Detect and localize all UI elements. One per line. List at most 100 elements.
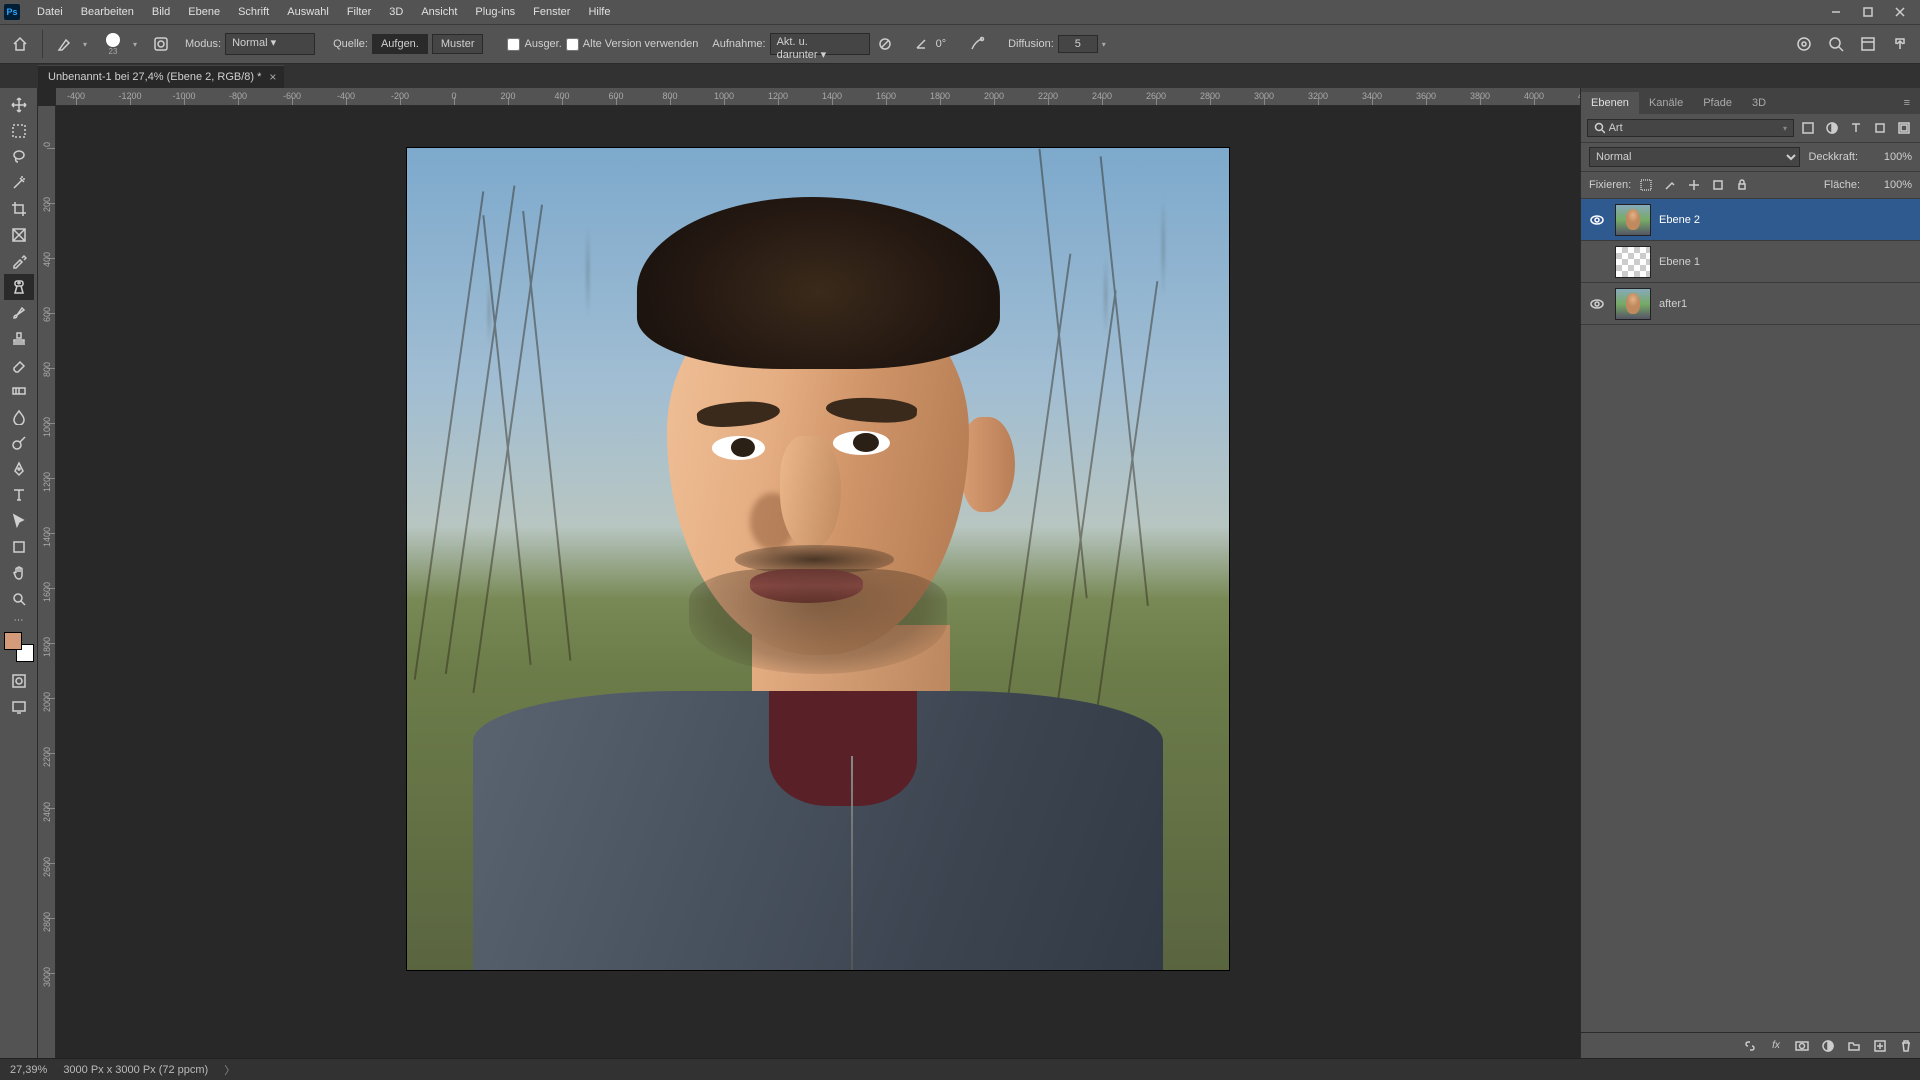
eraser-tool[interactable]	[4, 352, 34, 378]
menu-fenster[interactable]: Fenster	[524, 0, 579, 24]
layer-mask-icon[interactable]	[1794, 1038, 1810, 1054]
delete-layer-icon[interactable]	[1898, 1038, 1914, 1054]
layer-name[interactable]: Ebene 2	[1659, 214, 1700, 226]
wand-tool[interactable]	[4, 170, 34, 196]
filter-shape-icon[interactable]	[1870, 118, 1890, 138]
layer-fx-icon[interactable]: fx	[1768, 1038, 1784, 1054]
ignore-adjustment-icon[interactable]	[874, 33, 896, 55]
brush-settings-icon[interactable]	[147, 30, 175, 58]
menu-datei[interactable]: Datei	[28, 0, 72, 24]
layer-thumbnail[interactable]	[1615, 246, 1651, 278]
lock-all-icon[interactable]	[1733, 176, 1751, 194]
cloud-docs-icon[interactable]	[1790, 30, 1818, 58]
layer-filter-select[interactable]: ▾	[1587, 119, 1794, 137]
close-icon[interactable]: ×	[269, 70, 276, 84]
visibility-toggle[interactable]	[1587, 252, 1607, 272]
aligned-checkbox[interactable]: Ausger.	[507, 38, 561, 51]
legacy-checkbox[interactable]: Alte Version verwenden	[566, 38, 699, 51]
menu-schrift[interactable]: Schrift	[229, 0, 278, 24]
gradient-tool[interactable]	[4, 378, 34, 404]
blend-mode-select[interactable]: Normal ▾	[225, 33, 315, 55]
layer-thumbnail[interactable]	[1615, 288, 1651, 320]
shape-tool[interactable]	[4, 534, 34, 560]
menu-plugins[interactable]: Plug-ins	[466, 0, 524, 24]
quickmask-tool[interactable]	[4, 668, 34, 694]
path-select-tool[interactable]	[4, 508, 34, 534]
edit-toolbar[interactable]: ⋯	[4, 612, 34, 628]
document-canvas[interactable]	[407, 148, 1229, 970]
frame-tool[interactable]	[4, 222, 34, 248]
hand-tool[interactable]	[4, 560, 34, 586]
menu-bild[interactable]: Bild	[143, 0, 179, 24]
chevron-down-icon[interactable]: ▾	[133, 40, 143, 49]
filter-smart-icon[interactable]	[1894, 118, 1914, 138]
tab-kanaele[interactable]: Kanäle	[1639, 92, 1693, 114]
eyedropper-tool[interactable]	[4, 248, 34, 274]
visibility-toggle[interactable]	[1587, 210, 1607, 230]
vertical-ruler[interactable]: 0200400600800100012001400160018002000220…	[38, 106, 56, 1058]
filter-input[interactable]	[1609, 122, 1779, 134]
lasso-tool[interactable]	[4, 144, 34, 170]
lock-pixels-icon[interactable]	[1661, 176, 1679, 194]
layer-row[interactable]: Ebene 2	[1581, 199, 1920, 241]
lock-artboard-icon[interactable]	[1709, 176, 1727, 194]
group-icon[interactable]	[1846, 1038, 1862, 1054]
adjustment-layer-icon[interactable]	[1820, 1038, 1836, 1054]
visibility-toggle[interactable]	[1587, 294, 1607, 314]
zoom-tool[interactable]	[4, 586, 34, 612]
chevron-down-icon[interactable]: ▾	[83, 40, 93, 49]
share-icon[interactable]	[1886, 30, 1914, 58]
tab-3d[interactable]: 3D	[1742, 92, 1776, 114]
foreground-color-swatch[interactable]	[4, 632, 22, 650]
chevron-right-icon[interactable]: 〉	[224, 1062, 235, 1078]
maximize-button[interactable]	[1852, 0, 1884, 24]
opacity-value[interactable]: 100%	[1866, 151, 1912, 163]
workspace-icon[interactable]	[1854, 30, 1882, 58]
dodge-tool[interactable]	[4, 430, 34, 456]
layer-row[interactable]: Ebene 1	[1581, 241, 1920, 283]
menu-auswahl[interactable]: Auswahl	[278, 0, 338, 24]
pressure-size-icon[interactable]	[966, 33, 988, 55]
brush-preview[interactable]: 23	[97, 28, 129, 60]
filter-type-icon[interactable]	[1846, 118, 1866, 138]
healing-brush-tool[interactable]	[4, 274, 34, 300]
blur-tool[interactable]	[4, 404, 34, 430]
sample-select[interactable]: Akt. u. darunter ▾	[770, 33, 870, 55]
search-icon[interactable]	[1822, 30, 1850, 58]
source-pattern-button[interactable]: Muster	[432, 34, 484, 54]
close-button[interactable]	[1884, 0, 1916, 24]
chevron-down-icon[interactable]: ▾	[1102, 40, 1112, 49]
link-layers-icon[interactable]	[1742, 1038, 1758, 1054]
filter-adjust-icon[interactable]	[1822, 118, 1842, 138]
layer-row[interactable]: after1	[1581, 283, 1920, 325]
brush-tool[interactable]	[4, 300, 34, 326]
layer-name[interactable]: Ebene 1	[1659, 256, 1700, 268]
angle-value[interactable]: 0°	[936, 38, 947, 50]
filter-pixel-icon[interactable]	[1798, 118, 1818, 138]
new-layer-icon[interactable]	[1872, 1038, 1888, 1054]
layer-thumbnail[interactable]	[1615, 204, 1651, 236]
crop-tool[interactable]	[4, 196, 34, 222]
screenmode-tool[interactable]	[4, 694, 34, 720]
pen-tool[interactable]	[4, 456, 34, 482]
home-icon[interactable]	[6, 30, 34, 58]
move-tool[interactable]	[4, 92, 34, 118]
lock-position-icon[interactable]	[1685, 176, 1703, 194]
source-sampled-button[interactable]: Aufgen.	[372, 34, 428, 54]
menu-3d[interactable]: 3D	[380, 0, 412, 24]
document-tab[interactable]: Unbenannt-1 bei 27,4% (Ebene 2, RGB/8) *…	[38, 65, 284, 88]
diffusion-value[interactable]: 5	[1058, 35, 1098, 53]
menu-hilfe[interactable]: Hilfe	[579, 0, 619, 24]
menu-bearbeiten[interactable]: Bearbeiten	[72, 0, 143, 24]
fill-value[interactable]: 100%	[1866, 179, 1912, 191]
tool-preset-icon[interactable]	[51, 30, 79, 58]
menu-ebene[interactable]: Ebene	[179, 0, 229, 24]
marquee-tool[interactable]	[4, 118, 34, 144]
tab-pfade[interactable]: Pfade	[1693, 92, 1742, 114]
type-tool[interactable]	[4, 482, 34, 508]
menu-filter[interactable]: Filter	[338, 0, 380, 24]
layer-blend-select[interactable]: Normal	[1589, 147, 1800, 167]
lock-transparent-icon[interactable]	[1637, 176, 1655, 194]
color-swatches[interactable]	[4, 632, 34, 662]
minimize-button[interactable]	[1820, 0, 1852, 24]
